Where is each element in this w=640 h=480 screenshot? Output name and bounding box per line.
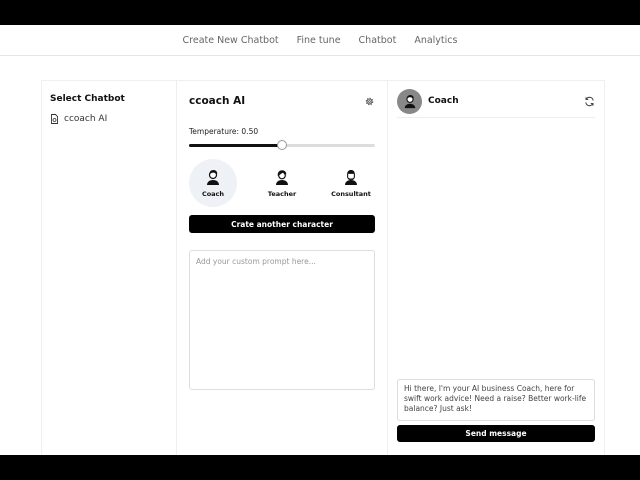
chatbot-title: ccoach AI	[189, 95, 246, 107]
chatbot-list-panel: Select Chatbot ccoach AI	[41, 80, 177, 455]
chatbot-list-item-label: ccoach AI	[64, 114, 108, 124]
coach-avatar-icon	[404, 94, 415, 108]
teacher-avatar-icon	[276, 169, 288, 185]
chat-panel: Coach Hi there, I'm your AI business Coa…	[387, 80, 605, 455]
character-label: Teacher	[267, 189, 297, 198]
panel-title: Select Chatbot	[50, 94, 125, 104]
character-consultant[interactable]: Consultant	[327, 159, 375, 207]
chatbot-config-panel: ccoach AI Temperature: 0.50 Coach Teache…	[177, 80, 387, 455]
nav-create-new-chatbot[interactable]: Create New Chatbot	[183, 35, 279, 46]
character-coach[interactable]: Coach	[189, 159, 237, 207]
nav-fine-tune[interactable]: Fine tune	[297, 35, 341, 46]
app-page: Create New Chatbot Fine tune Chatbot Ana…	[0, 25, 640, 455]
character-label: Consultant	[331, 189, 371, 198]
avatar	[397, 88, 422, 114]
create-character-button[interactable]: Crate another character	[189, 215, 375, 233]
temperature-slider[interactable]	[189, 140, 375, 150]
character-selector: Coach Teacher Consultant	[189, 159, 375, 207]
chat-message-input[interactable]: Hi there, I'm your AI business Coach, he…	[397, 379, 595, 421]
character-label: Coach	[201, 189, 225, 198]
nav-analytics[interactable]: Analytics	[414, 35, 457, 46]
chat-identity: Coach	[397, 88, 459, 114]
slider-thumb[interactable]	[277, 140, 287, 150]
temperature-label: Temperature: 0.50	[189, 127, 259, 136]
chat-character-name: Coach	[428, 96, 459, 106]
config-header: ccoach AI	[189, 93, 375, 109]
coach-avatar-icon	[207, 169, 219, 185]
character-teacher[interactable]: Teacher	[258, 159, 306, 207]
gear-icon[interactable]	[364, 96, 375, 107]
consultant-avatar-icon	[345, 169, 357, 185]
chat-header: Coach	[397, 88, 595, 118]
send-message-button[interactable]: Send message	[397, 425, 595, 442]
nav-chatbot[interactable]: Chatbot	[359, 35, 397, 46]
custom-prompt-input[interactable]	[189, 250, 375, 390]
slider-fill	[189, 144, 282, 147]
file-icon	[51, 114, 58, 124]
refresh-icon[interactable]	[584, 96, 595, 107]
top-navigation: Create New Chatbot Fine tune Chatbot Ana…	[0, 25, 640, 56]
workspace: Select Chatbot ccoach AI ccoach AI Tempe…	[41, 80, 605, 455]
chatbot-list-item[interactable]: ccoach AI	[50, 114, 168, 124]
